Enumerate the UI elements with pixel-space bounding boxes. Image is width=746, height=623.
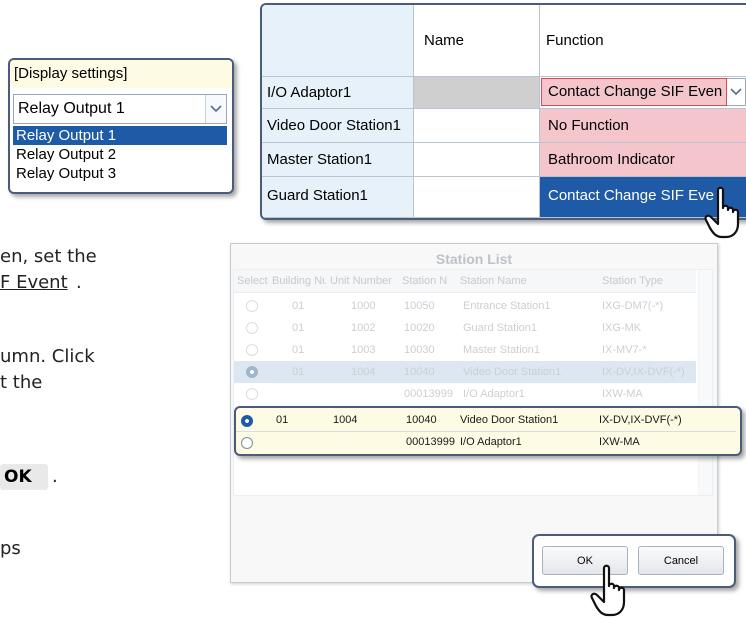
relay-option-1[interactable]: Relay Output 1 <box>13 126 227 145</box>
instruction-text-4: t the <box>0 372 43 393</box>
cell-station-no: 10030 <box>404 344 435 356</box>
row-radio[interactable] <box>246 344 258 356</box>
table-row[interactable]: 01 1003 10030 Master Station1 IX-MV7-* <box>234 339 696 361</box>
function-option-no-function[interactable]: No Function <box>540 109 746 143</box>
cancel-button[interactable]: Cancel <box>638 546 724 575</box>
cell-station-type: IXG-DM7(-*) <box>602 300 664 312</box>
table-corner-cell <box>262 5 414 77</box>
row-label-guard-station: Guard Station1 <box>262 177 414 218</box>
row-radio[interactable] <box>246 388 258 400</box>
row-label-video-door-station: Video Door Station1 <box>262 109 414 143</box>
name-cell-master[interactable] <box>414 143 540 177</box>
ok-cancel-callout: OK Cancel <box>532 534 736 588</box>
function-option-bathroom-indicator[interactable]: Bathroom Indicator <box>540 143 746 177</box>
cell-station-name: Video Door Station1 <box>463 366 562 378</box>
column-header-name: Name <box>414 5 540 77</box>
zoom-row[interactable]: 00013999 I/O Adaptor1 IXW-MA <box>236 432 736 453</box>
cell-unit: 1000 <box>351 300 376 312</box>
cell-station-name: I/O Adaptor1 <box>463 388 525 400</box>
row-radio[interactable] <box>246 366 258 378</box>
zoom-cell-station-no: 10040 <box>406 414 437 426</box>
cell-building: 01 <box>292 366 305 378</box>
ok-keyword-chip: OK <box>0 464 48 490</box>
chevron-down-icon[interactable] <box>205 95 226 123</box>
cell-station-no: 10020 <box>404 322 435 334</box>
pointer-hand-icon <box>590 564 632 623</box>
cell-station-name: Entrance Station1 <box>463 300 551 312</box>
table-row[interactable]: 00013999 I/O Adaptor1 IXW-MA <box>234 383 696 405</box>
col-station-no: Station Nu <box>402 275 448 287</box>
cell-station-no: 00013999 <box>404 388 453 400</box>
display-settings-title: [Display settings] <box>10 60 232 88</box>
cell-station-no: 10040 <box>404 366 435 378</box>
col-building: Building Nu <box>272 275 326 287</box>
relay-option-3[interactable]: Relay Output 3 <box>13 164 227 183</box>
row-label-io-adaptor: I/O Adaptor1 <box>262 77 414 109</box>
relay-output-select[interactable]: Relay Output 1 <box>13 94 227 124</box>
col-unit: Unit Number <box>330 275 392 287</box>
relay-option-2[interactable]: Relay Output 2 <box>13 145 227 164</box>
cell-station-type: IXG-MK <box>602 322 642 334</box>
instruction-text-2: F Event <box>0 272 68 293</box>
cell-station-type: IXW-MA <box>602 388 643 400</box>
col-station-name: Station Name <box>460 275 527 287</box>
instruction-text-5-period: . <box>52 466 58 487</box>
table-row[interactable]: 01 1000 10050 Entrance Station1 IXG-DM7(… <box>234 295 696 317</box>
instruction-text-1: en, set the <box>0 246 97 267</box>
name-cell-guard[interactable] <box>414 177 540 218</box>
zoom-cell-station-name: Video Door Station1 <box>460 414 559 426</box>
zoom-row-selected[interactable]: 01 1004 10040 Video Door Station1 IX-DV,… <box>236 410 736 432</box>
cell-station-name: Guard Station1 <box>463 322 537 334</box>
row-label-master-station: Master Station1 <box>262 143 414 177</box>
cell-station-type: IX-DV,IX-DVF(-*) <box>602 366 685 378</box>
cell-station-type: IX-MV7-* <box>602 344 647 356</box>
row-radio[interactable] <box>246 300 258 312</box>
zoom-row-radio[interactable] <box>241 415 253 427</box>
cell-building: 01 <box>292 322 305 334</box>
function-select[interactable]: Contact Change SIF Even <box>541 78 727 106</box>
pointer-hand-icon <box>704 186 746 245</box>
zoom-cell-unit: 1004 <box>333 414 358 426</box>
row-radio[interactable] <box>246 322 258 334</box>
cell-building: 01 <box>292 344 305 356</box>
zoom-cell-station-no: 00013999 <box>406 436 455 448</box>
chevron-down-icon[interactable] <box>727 78 746 106</box>
table-row[interactable]: 01 1002 10020 Guard Station1 IXG-MK <box>234 317 696 339</box>
cell-unit: 1003 <box>351 344 376 356</box>
station-list-header: Select Building Nu Unit Number Station N… <box>234 270 696 293</box>
column-header-function: Function <box>540 5 746 77</box>
col-station-type: Station Type <box>602 275 663 287</box>
station-list-table: Select Building Nu Unit Number Station N… <box>233 269 713 496</box>
name-cell-video-door[interactable] <box>414 109 540 143</box>
display-settings-panel: [Display settings] Relay Output 1 Relay … <box>8 58 234 194</box>
vertical-scrollbar[interactable] <box>698 270 712 495</box>
station-list-zoom-callout: 01 1004 10040 Video Door Station1 IX-DV,… <box>234 406 742 456</box>
col-select: Select <box>237 275 268 287</box>
zoom-cell-station-name: I/O Adaptor1 <box>460 436 522 448</box>
table-row-selected[interactable]: 01 1004 10040 Video Door Station1 IX-DV,… <box>234 361 696 383</box>
station-list-title: Station List <box>435 251 513 267</box>
zoom-cell-building: 01 <box>276 414 289 426</box>
zoom-cell-station-type: IX-DV,IX-DVF(-*) <box>599 414 682 426</box>
instruction-text-3: umn. Click <box>0 346 95 367</box>
instruction-text-6: ps <box>0 538 21 559</box>
zoom-row-radio[interactable] <box>241 437 253 449</box>
cell-station-no: 10050 <box>404 300 435 312</box>
relay-output-selected-value: Relay Output 1 <box>18 100 125 117</box>
cell-station-name: Master Station1 <box>463 344 541 356</box>
cell-building: 01 <box>292 300 305 312</box>
function-table: Name Function I/O Adaptor1 Video Door St… <box>260 3 746 220</box>
zoom-cell-station-type: IXW-MA <box>599 436 640 448</box>
cell-unit: 1002 <box>351 322 376 334</box>
cell-unit: 1004 <box>351 366 376 378</box>
instruction-text-2-period: . <box>76 272 82 293</box>
name-cell-io-adaptor[interactable] <box>414 77 540 109</box>
